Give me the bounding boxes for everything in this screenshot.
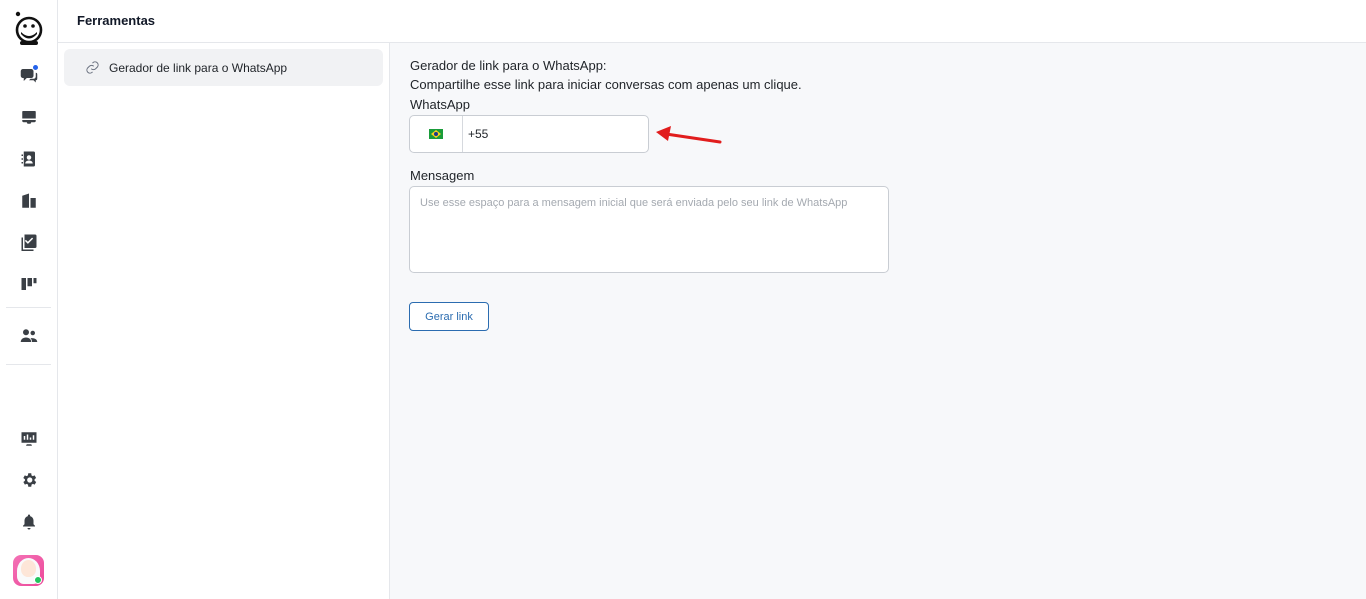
inbox-button[interactable] [13,101,45,133]
whatsapp-label: WhatsApp [410,97,470,112]
message-textarea[interactable] [409,186,889,273]
avatar[interactable] [13,555,44,586]
rail-divider [6,364,51,365]
page-title: Ferramentas [77,13,156,28]
settings-button[interactable] [13,464,45,496]
brazil-flag-icon [429,129,443,139]
companies-icon [22,193,36,208]
conversations-button[interactable] [13,59,45,91]
monitor-icon [21,432,37,446]
country-select[interactable] [410,116,463,152]
tasks-button[interactable] [13,226,45,258]
link-icon [86,61,99,74]
annotation-arrow-icon [656,126,722,144]
tasks-icon [21,234,37,251]
section-heading: Gerador de link para o WhatsApp: [410,58,607,73]
notification-dot [32,64,39,71]
contacts-icon [21,151,35,167]
message-label: Mensagem [410,168,475,183]
notifications-button[interactable] [13,506,45,538]
team-button[interactable] [13,320,45,352]
phone-input[interactable] [463,116,648,152]
top-header: Ferramentas [58,0,1366,43]
sidebar-item-label: Gerador de link para o WhatsApp [109,60,288,75]
gear-icon [23,473,37,487]
companies-button[interactable] [13,185,45,217]
avatar-face [21,560,36,577]
main-content: Gerador de link para o WhatsApp: Compart… [390,43,1366,599]
section-description: Compartilhe esse link para iniciar conve… [410,77,802,92]
online-status-dot [34,576,42,584]
logo-icon[interactable] [14,10,44,46]
kanban-icon [21,278,37,290]
generate-link-button[interactable]: Gerar link [409,302,489,331]
rail-divider [6,307,51,308]
bell-icon [23,514,35,530]
tools-sidebar: Gerador de link para o WhatsApp [58,43,390,599]
team-icon [20,329,38,342]
inbox-icon [22,111,36,124]
sidebar-item-whatsapp-link-generator[interactable]: Gerador de link para o WhatsApp [64,49,383,86]
app: Ferramentas Gerador de link para o Whats… [0,0,1366,599]
monitor-button[interactable] [13,423,45,455]
left-rail [0,0,58,599]
kanban-button[interactable] [13,268,45,300]
phone-input-group [409,115,649,153]
contacts-button[interactable] [13,143,45,175]
